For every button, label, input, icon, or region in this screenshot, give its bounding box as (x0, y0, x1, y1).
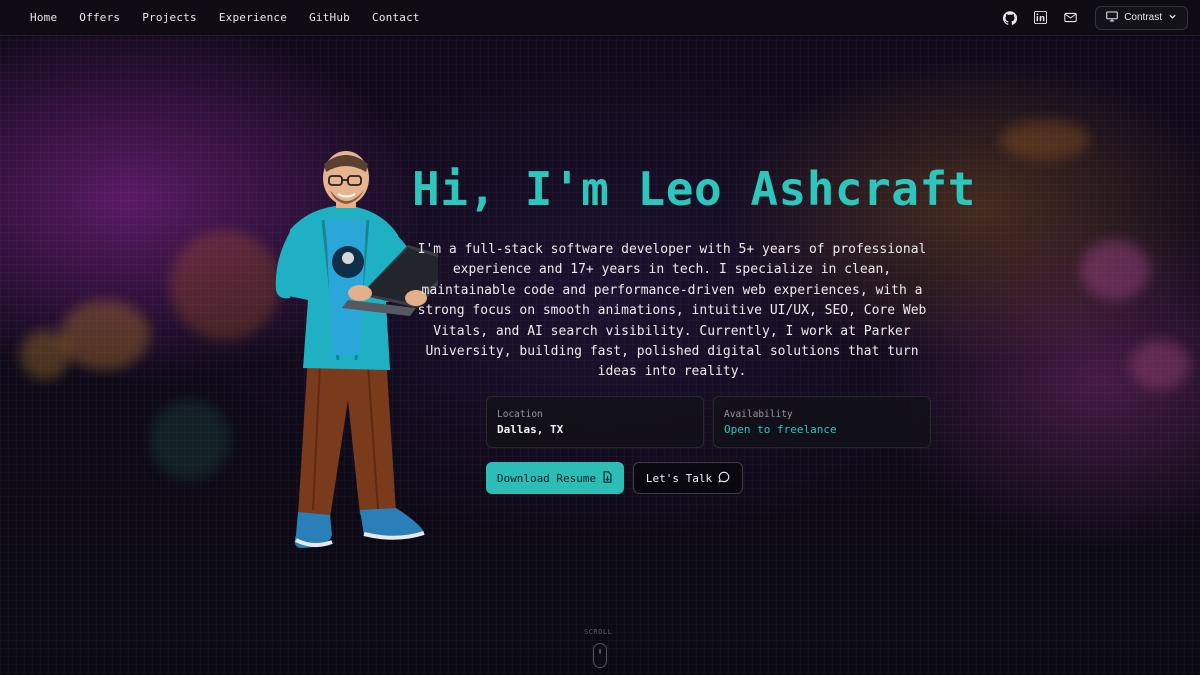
mail-icon[interactable] (1061, 9, 1079, 27)
hero-title: Hi, I'm Leo Ashcraft (412, 162, 976, 216)
document-download-icon (602, 470, 613, 486)
mouse-wheel (599, 649, 601, 654)
chevron-down-icon (1168, 12, 1177, 24)
bg-blob (1000, 120, 1090, 160)
top-nav: Home Offers Projects Experience GitHub C… (0, 0, 1200, 36)
availability-label: Availability (724, 409, 793, 420)
github-icon[interactable] (1001, 9, 1019, 27)
nav-link-projects[interactable]: Projects (142, 11, 197, 24)
location-card: Location Dallas, TX (486, 396, 704, 448)
nav-link-github[interactable]: GitHub (309, 11, 350, 24)
contrast-toggle-button[interactable]: Contrast (1095, 5, 1188, 30)
availability-value: Open to freelance (724, 423, 837, 436)
bg-blob (20, 330, 70, 380)
lets-talk-label: Let's Talk (645, 471, 713, 485)
lets-talk-button[interactable]: Let's Talk (633, 462, 743, 494)
chat-bubble-icon (718, 471, 730, 486)
bg-blob (170, 230, 280, 340)
bg-blob (1080, 240, 1150, 300)
location-value: Dallas, TX (497, 423, 564, 436)
nav-link-home[interactable]: Home (30, 11, 57, 24)
availability-card: Availability Open to freelance (713, 396, 931, 448)
scroll-label: SCROLL (584, 628, 613, 636)
download-resume-button[interactable]: Download Resume (486, 462, 624, 494)
bg-blob (150, 400, 230, 480)
bg-blob (1130, 340, 1190, 390)
bg-blob (60, 300, 150, 370)
hero-intro: I'm a full-stack software developer with… (417, 242, 927, 380)
download-resume-label: Download Resume (496, 471, 597, 485)
nav-link-offers[interactable]: Offers (79, 11, 120, 24)
linkedin-icon[interactable] (1031, 9, 1049, 27)
location-label: Location (497, 409, 543, 420)
nav-actions: Contrast (1001, 5, 1188, 30)
scroll-mouse-icon[interactable] (593, 643, 607, 668)
monitor-icon (1106, 10, 1118, 25)
nav-link-contact[interactable]: Contact (372, 11, 420, 24)
contrast-label: Contrast (1124, 12, 1162, 23)
nav-link-experience[interactable]: Experience (219, 11, 287, 24)
nav-links: Home Offers Projects Experience GitHub C… (30, 11, 420, 24)
